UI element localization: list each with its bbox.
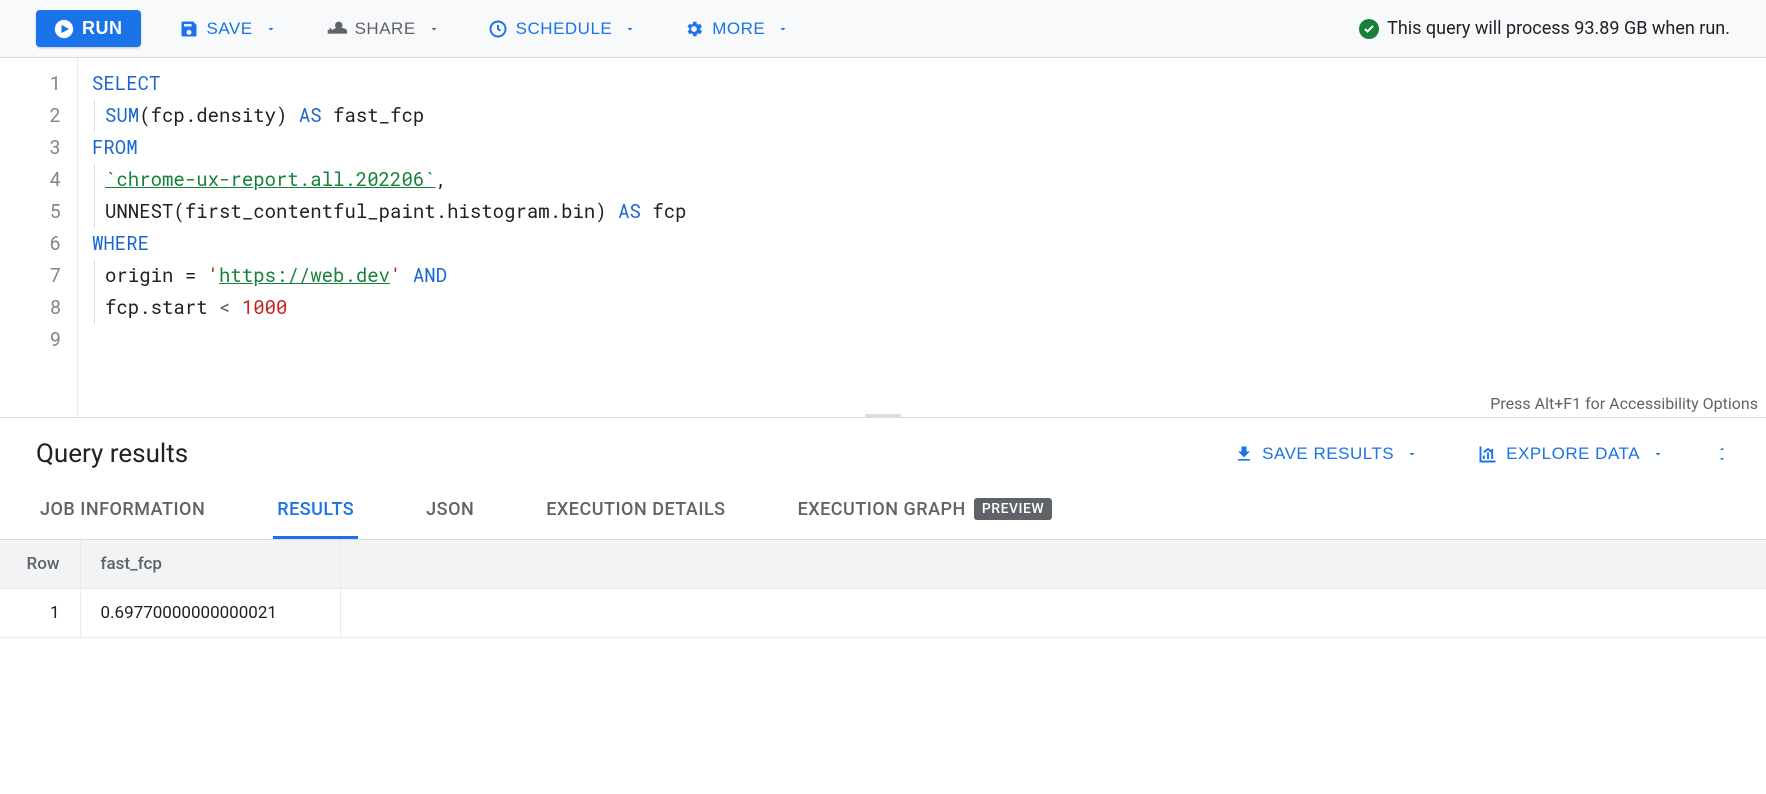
tab-json[interactable]: JSON: [422, 483, 478, 539]
cell-row-number: 1: [0, 589, 80, 638]
save-icon: [179, 19, 199, 39]
chevron-down-icon: [624, 23, 636, 35]
chevron-down-icon: [1714, 454, 1730, 464]
line-gutter: 1 2 3 4 5 6 7 8 9: [0, 58, 78, 417]
tab-execution-graph[interactable]: EXECUTION GRAPH PREVIEW: [794, 482, 1057, 539]
schedule-button[interactable]: SCHEDULE: [478, 13, 647, 45]
table-header-row: Row fast_fcp: [0, 540, 1766, 589]
more-label: MORE: [712, 19, 765, 39]
chart-icon: [1478, 444, 1498, 464]
explore-data-label: EXPLORE DATA: [1506, 444, 1640, 464]
col-row: Row: [0, 540, 80, 589]
chevron-down-icon: [428, 23, 440, 35]
run-button[interactable]: RUN: [36, 10, 141, 47]
share-icon: [325, 18, 347, 40]
download-icon: [1234, 444, 1254, 464]
play-icon: [54, 19, 74, 39]
expand-collapse-button[interactable]: [1714, 444, 1730, 464]
more-button[interactable]: MORE: [674, 13, 799, 45]
col-empty: [340, 540, 1766, 589]
save-label: SAVE: [207, 19, 253, 39]
save-results-label: SAVE RESULTS: [1262, 444, 1394, 464]
tab-results[interactable]: RESULTS: [273, 483, 358, 539]
share-label: SHARE: [355, 19, 416, 39]
share-button[interactable]: SHARE: [315, 12, 450, 46]
save-results-button[interactable]: SAVE RESULTS: [1224, 438, 1428, 470]
schedule-label: SCHEDULE: [516, 19, 613, 39]
run-label: RUN: [82, 18, 123, 39]
tab-execution-details[interactable]: EXECUTION DETAILS: [542, 483, 729, 539]
chevron-down-icon: [777, 23, 789, 35]
table-row[interactable]: 1 0.69770000000000021: [0, 589, 1766, 638]
code-area[interactable]: SELECT SUM(fcp.density) AS fast_fcp FROM…: [78, 58, 1766, 417]
chevron-down-icon: [1652, 448, 1664, 460]
explore-data-button[interactable]: EXPLORE DATA: [1468, 438, 1674, 470]
check-circle-icon: [1359, 19, 1379, 39]
col-fast-fcp: fast_fcp: [80, 540, 340, 589]
query-toolbar: RUN SAVE SHARE SCHEDULE MORE This query …: [0, 0, 1766, 58]
query-status: This query will process 93.89 GB when ru…: [1359, 18, 1730, 39]
results-title: Query results: [36, 439, 188, 469]
results-table: Row fast_fcp 1 0.69770000000000021: [0, 540, 1766, 638]
results-tabs: JOB INFORMATION RESULTS JSON EXECUTION D…: [0, 482, 1766, 540]
accessibility-hint: Press Alt+F1 for Accessibility Options: [1490, 394, 1758, 413]
save-button[interactable]: SAVE: [169, 13, 287, 45]
chevron-down-icon: [265, 23, 277, 35]
clock-icon: [488, 19, 508, 39]
chevron-up-icon: [1714, 444, 1730, 454]
preview-badge: PREVIEW: [974, 498, 1052, 520]
sql-editor[interactable]: 1 2 3 4 5 6 7 8 9 SELECT SUM(fcp.density…: [0, 58, 1766, 418]
cell-value: 0.69770000000000021: [80, 589, 340, 638]
gear-icon: [684, 19, 704, 39]
status-text: This query will process 93.89 GB when ru…: [1387, 18, 1730, 39]
tab-job-information[interactable]: JOB INFORMATION: [36, 483, 209, 539]
chevron-down-icon: [1406, 448, 1418, 460]
resize-handle[interactable]: [865, 414, 901, 418]
results-header: Query results SAVE RESULTS EXPLORE DATA: [0, 418, 1766, 482]
